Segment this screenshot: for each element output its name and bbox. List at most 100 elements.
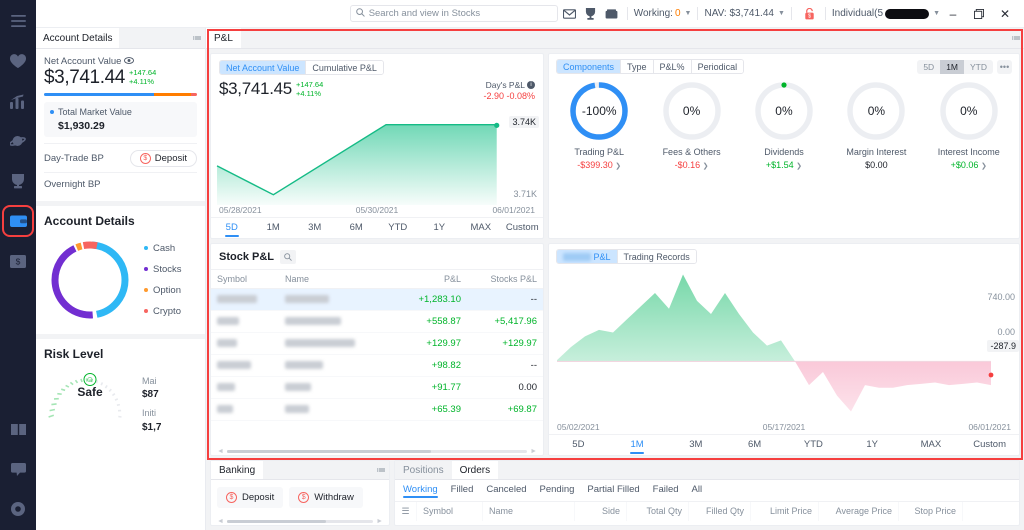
account-selector[interactable]: Individual(5 ▼ <box>832 8 940 19</box>
tab-account-details[interactable]: Account Details <box>36 28 120 48</box>
minimize-button[interactable]: – <box>940 1 966 27</box>
scroll-left-icon[interactable]: ◄ <box>217 518 224 525</box>
donut-amount[interactable]: +$0.06 ❯ <box>923 160 1015 170</box>
range-ytd[interactable]: YTD <box>964 60 993 74</box>
donut-dividends[interactable]: 0% Dividends +$1.54 ❯ <box>738 80 830 170</box>
tab-positions[interactable]: Positions <box>395 461 452 479</box>
withdraw-button[interactable]: $ Withdraw <box>289 487 363 508</box>
column-stocks-pl[interactable]: Stocks P&L <box>467 269 543 289</box>
donut-trading-pl[interactable]: -100% Trading P&L -$399.30 ❯ <box>553 80 645 170</box>
working-status[interactable]: Working: 0 ▼ <box>634 8 692 19</box>
scroll-right-icon[interactable]: ► <box>376 518 383 525</box>
tab-orders[interactable]: Orders <box>451 461 499 479</box>
trophy-icon[interactable] <box>582 5 600 23</box>
chart-icon[interactable] <box>5 88 31 114</box>
column-total-qty[interactable]: Total Qty <box>627 502 689 521</box>
donut-amount[interactable]: -$0.16 ❯ <box>646 160 738 170</box>
range-1m[interactable]: 1M <box>253 218 295 238</box>
chat-icon[interactable] <box>5 456 31 482</box>
tab-pl[interactable]: P&L <box>206 28 241 48</box>
trophy-icon[interactable] <box>5 168 31 194</box>
search-icon[interactable] <box>280 250 297 264</box>
column-limit-price[interactable]: Limit Price <box>751 502 819 521</box>
column-symbol[interactable]: Symbol <box>211 269 279 289</box>
subtab-all[interactable]: All <box>692 484 703 495</box>
column-filled-qty[interactable]: Filled Qty <box>689 502 751 521</box>
range-ytd[interactable]: YTD <box>377 218 419 238</box>
dollar-bill-icon[interactable]: $ <box>5 248 31 274</box>
scrollbar-track[interactable] <box>226 449 528 453</box>
range-3m[interactable]: 3M <box>294 218 336 238</box>
donut-fees-others[interactable]: 0% Fees & Others -$0.16 ❯ <box>646 80 738 170</box>
scrollbar-track[interactable] <box>226 519 374 523</box>
nav-chart-area[interactable]: 3.74K 3.71K <box>211 102 543 205</box>
inbox-icon[interactable] <box>603 5 621 23</box>
range-6m[interactable]: 6M <box>336 218 378 238</box>
horizontal-scrollbar[interactable]: ◄ ► <box>211 517 389 525</box>
donut-amount[interactable]: +$1.54 ❯ <box>738 160 830 170</box>
planet-icon[interactable] <box>5 128 31 154</box>
table-row[interactable]: +1,283.10 -- <box>211 288 543 311</box>
range-1y[interactable]: 1Y <box>843 435 902 455</box>
table-row[interactable]: +91.77 0.00 <box>211 376 543 399</box>
donut-margin-interest[interactable]: 0% Margin Interest $0.00 <box>830 80 922 170</box>
subtab-filled[interactable]: Filled <box>451 484 474 495</box>
table-row[interactable]: +129.97 +129.97 <box>211 332 543 355</box>
segment-components[interactable]: Components <box>557 60 622 73</box>
table-row[interactable]: +558.87 +5,417.96 <box>211 310 543 333</box>
column-name[interactable]: Name <box>279 269 393 289</box>
column-side[interactable]: Side <box>575 502 627 521</box>
column-pl[interactable]: P&L <box>393 269 467 289</box>
column-stop-price[interactable]: Stop Price <box>899 502 963 521</box>
segment-net-account-value[interactable]: Net Account Value <box>220 61 307 74</box>
menu-icon[interactable] <box>5 8 31 34</box>
list-menu-icon[interactable]: ≔ <box>189 28 205 48</box>
donut-interest-income[interactable]: 0% Interest Income +$0.06 ❯ <box>923 80 1015 170</box>
pl-history-chart-area[interactable]: 740.00 0.00 -287.9 <box>549 264 1019 422</box>
range-custom[interactable]: Custom <box>502 218 544 238</box>
range-max[interactable]: MAX <box>902 435 961 455</box>
scroll-right-icon[interactable]: ► <box>530 448 537 455</box>
column-name[interactable]: Name <box>483 502 575 521</box>
nav-value[interactable]: NAV: $3,741.44 ▼ <box>704 8 784 19</box>
mail-icon[interactable] <box>561 5 579 23</box>
range-6m[interactable]: 6M <box>725 435 784 455</box>
eye-icon[interactable] <box>124 56 135 67</box>
range-5d[interactable]: 5D <box>211 218 253 238</box>
list-menu-icon[interactable]: ≔ <box>373 461 389 479</box>
close-button[interactable]: ✕ <box>992 1 1018 27</box>
horizontal-scrollbar[interactable]: ◄ ► <box>211 447 543 455</box>
subtab-pending[interactable]: Pending <box>540 484 575 495</box>
ellipsis-icon[interactable]: ••• <box>997 59 1012 74</box>
lock-icon[interactable]: $ <box>801 5 819 23</box>
settings-icon[interactable] <box>5 496 31 522</box>
column-symbol[interactable]: Symbol <box>417 502 483 521</box>
range-5d[interactable]: 5D <box>549 435 608 455</box>
tab-banking[interactable]: Banking <box>211 461 264 479</box>
segment-periodical[interactable]: Periodical <box>691 60 744 73</box>
total-market-value-card[interactable]: Total Market Value $1,930.29 <box>44 101 197 137</box>
segment-type[interactable]: Type <box>621 60 654 73</box>
subtab-failed[interactable]: Failed <box>653 484 679 495</box>
donut-amount[interactable]: -$399.30 ❯ <box>553 160 645 170</box>
range-1m[interactable]: 1M <box>940 59 964 74</box>
segment-trading-records[interactable]: Trading Records <box>617 250 696 263</box>
range-1m[interactable]: 1M <box>608 435 667 455</box>
list-menu-icon[interactable]: ☰ <box>395 502 417 521</box>
book-icon[interactable] <box>5 416 31 442</box>
heart-icon[interactable] <box>5 48 31 74</box>
segment-pl[interactable]: P&L <box>557 250 618 263</box>
segment-cumulative-pl[interactable]: Cumulative P&L <box>306 61 383 74</box>
wallet-icon[interactable] <box>2 205 34 237</box>
range-1y[interactable]: 1Y <box>419 218 461 238</box>
subtab-canceled[interactable]: Canceled <box>486 484 526 495</box>
deposit-button[interactable]: $ Deposit <box>217 487 284 508</box>
search-input[interactable]: Search and view in Stocks <box>349 5 558 22</box>
subtab-working[interactable]: Working <box>403 484 438 498</box>
range-max[interactable]: MAX <box>460 218 502 238</box>
table-row[interactable]: +65.39 +69.87 <box>211 398 543 421</box>
scroll-left-icon[interactable]: ◄ <box>217 448 224 455</box>
maximize-button[interactable] <box>966 1 992 27</box>
subtab-partial-filled[interactable]: Partial Filled <box>587 484 639 495</box>
range-5d[interactable]: 5D <box>917 60 940 74</box>
